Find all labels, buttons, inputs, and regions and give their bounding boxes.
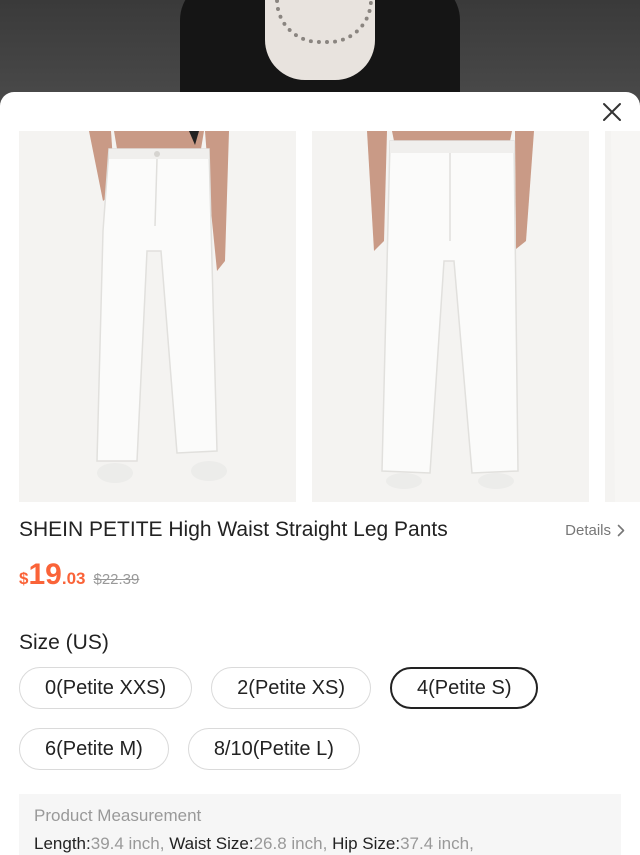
- measure-length-label: Length:: [34, 834, 91, 853]
- price-integer: 19: [28, 558, 62, 591]
- sale-price: $ 19 .03: [19, 558, 85, 592]
- measure-waist-value: 26.8 inch,: [253, 834, 328, 853]
- product-image-third[interactable]: [605, 131, 640, 502]
- quick-add-sheet: SHEIN PETITE High Waist Straight Leg Pan…: [0, 92, 640, 855]
- measure-length-value: 39.4 inch,: [90, 834, 165, 853]
- product-title: SHEIN PETITE High Waist Straight Leg Pan…: [19, 518, 448, 541]
- measurement-line: Length:39.4 inch, Waist Size:26.8 inch, …: [34, 834, 606, 854]
- details-link[interactable]: Details: [565, 522, 625, 539]
- chevron-right-icon: [617, 524, 625, 536]
- measurement-title: Product Measurement: [34, 806, 202, 825]
- measure-waist-label: Waist Size:: [169, 834, 254, 853]
- pants-front-illustration: [19, 131, 296, 502]
- size-option-6[interactable]: 6(Petite M): [19, 728, 169, 770]
- size-option-8-10[interactable]: 8/10(Petite L): [187, 728, 360, 770]
- original-price: $22.39: [93, 571, 140, 588]
- size-option-0[interactable]: 0(Petite XXS): [19, 667, 193, 709]
- size-label: Size (US): [19, 631, 109, 654]
- size-option-2[interactable]: 2(Petite XS): [211, 667, 371, 709]
- close-icon: [603, 103, 621, 121]
- close-button[interactable]: [598, 98, 626, 126]
- size-option-4-selected[interactable]: 4(Petite S): [390, 667, 539, 709]
- product-title-row: SHEIN PETITE High Waist Straight Leg Pan…: [19, 516, 625, 544]
- measure-hip-value: 37.4 inch,: [400, 834, 474, 853]
- size-options: 0(Petite XXS) 2(Petite XS) 4(Petite S) 6…: [19, 667, 619, 770]
- price-decimal: .03: [61, 569, 86, 588]
- image-gallery[interactable]: [19, 131, 640, 502]
- price-row: $ 19 .03 $22.39: [19, 558, 139, 592]
- product-measurement: Product Measurement Length:39.4 inch, Wa…: [19, 794, 621, 855]
- measure-hip-label: Hip Size:: [332, 834, 401, 853]
- price-currency: $: [19, 569, 29, 588]
- details-label: Details: [565, 521, 611, 539]
- pants-side-illustration: [605, 131, 640, 502]
- product-image-front[interactable]: [19, 131, 296, 502]
- pants-back-illustration: [312, 131, 589, 502]
- product-image-back[interactable]: [312, 131, 589, 502]
